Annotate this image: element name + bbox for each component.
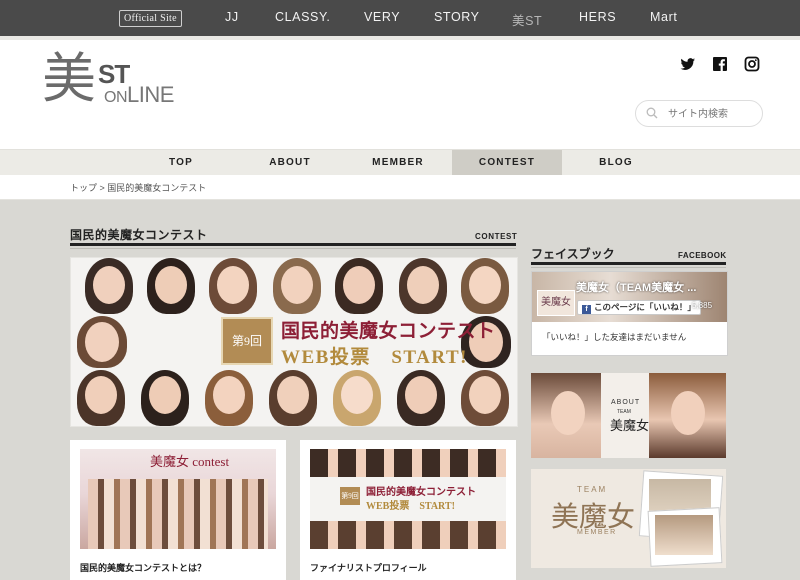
search-input[interactable] — [666, 105, 758, 123]
instagram-icon[interactable] — [744, 56, 760, 72]
search-icon — [646, 107, 658, 119]
twitter-icon[interactable] — [680, 56, 696, 72]
main-nav: TOP ABOUT MEMBER CONTEST BLOG — [0, 149, 800, 175]
card-title: 国民的美魔女コンテスト — [366, 487, 476, 498]
site-link-mart[interactable]: Mart — [650, 10, 677, 24]
facebook-friends-text: 「いいね！」した友達はまだいません — [542, 332, 687, 342]
nav-blog[interactable]: BLOG — [562, 150, 670, 175]
card-finalist-profile[interactable]: 第9回 国民的美魔女コンテスト WEB投票 START! ファイナリストプロフィ… — [300, 440, 516, 580]
nav-member[interactable]: MEMBER — [344, 150, 452, 175]
nav-top[interactable]: TOP — [126, 150, 236, 175]
contest-banner[interactable]: 第9回 国民的美魔女コンテスト WEB投票 START! — [70, 257, 518, 427]
card-photo-overlay: 美魔女 contest — [150, 454, 230, 469]
facebook-page-name[interactable]: 美魔女（TEAM美魔女 ... — [576, 279, 696, 295]
section-rule — [70, 243, 516, 246]
top-site-nav: Official Site JJ CLASSY. VERY STORY 美ST … — [0, 0, 800, 40]
breadcrumb-bar: トップ > 国民的美魔女コンテスト — [0, 175, 800, 200]
facebook-section-tag: FACEBOOK — [678, 251, 727, 260]
sidebar-rule — [531, 262, 726, 265]
nav-about[interactable]: ABOUT — [236, 150, 344, 175]
card-badge: 第9回 — [340, 487, 360, 505]
site-search[interactable] — [635, 100, 763, 127]
site-link-bist[interactable]: 美ST — [512, 10, 542, 29]
section-subrule — [70, 248, 516, 249]
section-tag: CONTEST — [475, 232, 518, 241]
facebook-page-thumb: 美魔女 — [537, 290, 575, 316]
about-label: ABOUT — [611, 399, 641, 406]
banner-text: 第9回 国民的美魔女コンテスト WEB投票 START! — [221, 316, 507, 368]
card-subtitle: WEB投票 START! — [366, 501, 455, 512]
nav-contest[interactable]: CONTEST — [452, 150, 562, 175]
site-link-story[interactable]: STORY — [434, 10, 480, 24]
facebook-section-title: フェイスブック — [531, 247, 615, 261]
logo-kanji: 美 — [42, 49, 96, 109]
sidebar-subrule — [531, 267, 726, 268]
banner-subtitle: WEB投票 START! — [281, 347, 468, 368]
team-member-banner[interactable]: TEAM 美魔女 MEMBER — [531, 469, 726, 568]
team-label: TEAM — [577, 485, 608, 494]
site-link-hers[interactable]: HERS — [579, 10, 616, 24]
official-site-badge[interactable]: Official Site — [119, 10, 182, 27]
site-link-very[interactable]: VERY — [364, 10, 400, 24]
banner-title: 国民的美魔女コンテスト — [281, 321, 496, 342]
card-photo: 第9回 国民的美魔女コンテスト WEB投票 START! — [310, 449, 506, 549]
site-link-jj[interactable]: JJ — [225, 10, 239, 24]
banner-badge: 第9回 — [221, 317, 273, 365]
card-photo: 美魔女 contest — [80, 449, 276, 549]
breadcrumb[interactable]: トップ > 国民的美魔女コンテスト — [70, 181, 206, 194]
facebook-icon: f — [582, 305, 591, 314]
about-title: 美魔女 — [610, 418, 650, 433]
facebook-icon[interactable] — [712, 56, 728, 72]
facebook-widget[interactable]: 美魔女 美魔女（TEAM美魔女 ... f このページに「いいね！」 5,885 … — [531, 271, 728, 356]
card-contest-about[interactable]: 美魔女 contest 国民的美魔女コンテストとは？ — [70, 440, 286, 580]
logo-online: ONLINE — [104, 82, 174, 107]
team-sub: MEMBER — [577, 529, 617, 536]
section-title: 国民的美魔女コンテスト — [70, 228, 208, 242]
facebook-like-count: 5,885 — [692, 301, 713, 310]
site-link-classy[interactable]: CLASSY. — [275, 10, 330, 24]
facebook-like-button[interactable]: f このページに「いいね！」 — [577, 300, 701, 315]
about-team-banner[interactable]: ABOUT TEAM 美魔女 — [531, 373, 726, 458]
site-logo[interactable]: 美 ST ONLINE — [42, 49, 202, 115]
